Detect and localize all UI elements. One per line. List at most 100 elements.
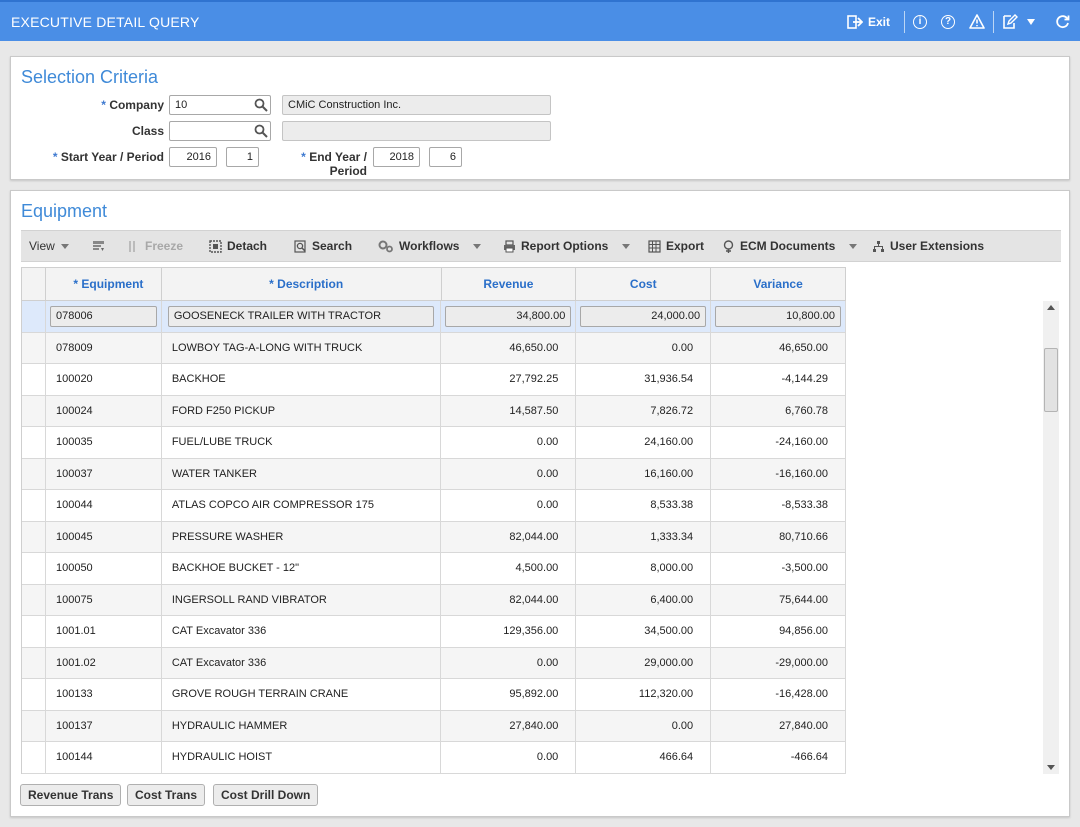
user-extensions-button[interactable]: User Extensions xyxy=(872,239,984,253)
end-year-input[interactable] xyxy=(373,147,420,167)
variance-cell[interactable]: -8,533.38 xyxy=(711,490,846,521)
variance-cell[interactable]: 80,710.66 xyxy=(711,521,846,552)
scroll-down-arrow-icon[interactable] xyxy=(1047,765,1055,770)
equipment-cell[interactable]: 1001.01 xyxy=(46,616,162,647)
warning-icon[interactable] xyxy=(969,14,985,29)
description-cell[interactable]: INGERSOLL RAND VIBRATOR xyxy=(162,584,442,615)
variance-cell[interactable]: 75,644.00 xyxy=(711,584,846,615)
variance-cell[interactable]: -16,160.00 xyxy=(711,458,846,489)
row-selector[interactable] xyxy=(22,364,46,395)
revenue-cell[interactable]: 0.00 xyxy=(441,490,577,521)
table-row[interactable]: 100144 HYDRAULIC HOIST 0.00 466.64 -466.… xyxy=(22,742,846,774)
row-selector[interactable] xyxy=(22,647,46,678)
equipment-cell[interactable]: 100144 xyxy=(46,742,162,773)
description-cell[interactable]: HYDRAULIC HAMMER xyxy=(162,710,442,741)
row-selector[interactable] xyxy=(22,742,46,773)
chevron-down-icon[interactable] xyxy=(1027,18,1035,25)
table-row[interactable]: 100137 HYDRAULIC HAMMER 27,840.00 0.00 2… xyxy=(22,710,846,742)
description-cell[interactable]: FUEL/LUBE TRUCK xyxy=(162,427,442,458)
table-row[interactable]: 078009 LOWBOY TAG-A-LONG WITH TRUCK 46,6… xyxy=(22,332,846,364)
cost-cell[interactable]: 0.00 xyxy=(576,332,712,363)
row-selector[interactable] xyxy=(22,458,46,489)
cost-drill-down-button[interactable]: Cost Drill Down xyxy=(213,784,319,806)
revenue-cell[interactable]: 27,840.00 xyxy=(441,710,577,741)
variance-cell[interactable]: -4,144.29 xyxy=(711,364,846,395)
variance-cell[interactable]: -29,000.00 xyxy=(711,647,846,678)
search-button[interactable]: Search xyxy=(294,239,352,253)
vertical-scrollbar[interactable] xyxy=(1043,301,1059,774)
cost-cell[interactable]: 29,000.00 xyxy=(576,647,712,678)
cost-cell[interactable]: 8,000.00 xyxy=(576,553,712,584)
cost-cell[interactable]: 1,333.34 xyxy=(576,521,712,552)
exit-button[interactable]: Exit xyxy=(847,15,890,29)
equipment-cell[interactable]: 100044 xyxy=(46,490,162,521)
description-cell[interactable]: ATLAS COPCO AIR COMPRESSOR 175 xyxy=(162,490,442,521)
equipment-cell[interactable]: 100137 xyxy=(46,710,162,741)
row-selector[interactable] xyxy=(22,679,46,710)
refresh-icon[interactable] xyxy=(1055,14,1070,29)
revenue-cell[interactable]: 46,650.00 xyxy=(441,332,577,363)
revenue-cell[interactable]: 4,500.00 xyxy=(441,553,577,584)
cost-trans-button[interactable]: Cost Trans xyxy=(127,784,206,806)
description-cell[interactable]: GOOSENECK TRAILER WITH TRACTOR xyxy=(167,305,435,327)
revenue-cell[interactable]: 95,892.00 xyxy=(441,679,577,710)
description-cell[interactable]: FORD F250 PICKUP xyxy=(162,395,442,426)
column-header-equipment[interactable]: * Equipment xyxy=(46,268,162,300)
revenue-cell[interactable]: 129,356.00 xyxy=(441,616,577,647)
variance-cell[interactable]: -24,160.00 xyxy=(711,427,846,458)
revenue-cell[interactable]: 0.00 xyxy=(441,427,577,458)
column-header-description[interactable]: * Description xyxy=(162,268,442,300)
cost-cell[interactable]: 7,826.72 xyxy=(576,395,712,426)
cost-cell[interactable]: 24,160.00 xyxy=(576,427,712,458)
equipment-cell[interactable]: 078009 xyxy=(46,332,162,363)
revenue-cell[interactable]: 82,044.00 xyxy=(441,521,577,552)
revenue-cell[interactable]: 34,800.00 xyxy=(445,305,572,327)
variance-cell[interactable]: 27,840.00 xyxy=(711,710,846,741)
description-cell[interactable]: PRESSURE WASHER xyxy=(162,521,442,552)
row-selector[interactable] xyxy=(22,521,46,552)
row-selector[interactable] xyxy=(22,490,46,521)
table-row[interactable]: 100024 FORD F250 PICKUP 14,587.50 7,826.… xyxy=(22,395,846,427)
revenue-cell[interactable]: 27,792.25 xyxy=(441,364,577,395)
description-cell[interactable]: WATER TANKER xyxy=(162,458,442,489)
cost-cell[interactable]: 6,400.00 xyxy=(576,584,712,615)
row-selector[interactable] xyxy=(22,427,46,458)
variance-cell[interactable]: 10,800.00 xyxy=(715,305,842,327)
export-button[interactable]: Export xyxy=(648,239,704,253)
scrollbar-thumb[interactable] xyxy=(1044,348,1058,412)
cost-cell[interactable]: 34,500.00 xyxy=(576,616,712,647)
table-row[interactable]: 100044 ATLAS COPCO AIR COMPRESSOR 175 0.… xyxy=(22,490,846,522)
variance-cell[interactable]: -466.64 xyxy=(711,742,846,773)
table-row[interactable]: 100133 GROVE ROUGH TERRAIN CRANE 95,892.… xyxy=(22,679,846,711)
variance-cell[interactable]: -3,500.00 xyxy=(711,553,846,584)
edit-icon[interactable] xyxy=(1002,14,1018,29)
detach-button[interactable]: Detach xyxy=(209,239,267,253)
variance-cell[interactable]: 6,760.78 xyxy=(711,395,846,426)
equipment-cell[interactable]: 100045 xyxy=(46,521,162,552)
variance-cell[interactable]: -16,428.00 xyxy=(711,679,846,710)
equipment-cell[interactable]: 100050 xyxy=(46,553,162,584)
report-options-menu[interactable]: Report Options xyxy=(503,239,631,253)
revenue-cell[interactable]: 82,044.00 xyxy=(441,584,577,615)
table-row[interactable]: 100035 FUEL/LUBE TRUCK 0.00 24,160.00 -2… xyxy=(22,427,846,459)
query-by-example-icon[interactable] xyxy=(92,240,105,253)
workflows-menu[interactable]: Workflows xyxy=(378,239,482,253)
cost-cell[interactable]: 31,936.54 xyxy=(576,364,712,395)
variance-cell[interactable]: 46,650.00 xyxy=(711,332,846,363)
equipment-cell[interactable]: 078006 xyxy=(49,305,157,327)
row-selector[interactable] xyxy=(22,616,46,647)
column-header-revenue[interactable]: Revenue xyxy=(442,268,577,300)
description-cell[interactable]: CAT Excavator 336 xyxy=(162,647,442,678)
cost-cell[interactable]: 24,000.00 xyxy=(580,305,707,327)
help-icon[interactable]: ? xyxy=(941,14,955,29)
row-selector[interactable] xyxy=(22,301,46,332)
cost-cell[interactable]: 112,320.00 xyxy=(576,679,712,710)
revenue-cell[interactable]: 0.00 xyxy=(441,647,577,678)
scroll-up-arrow-icon[interactable] xyxy=(1047,305,1055,310)
revenue-trans-button[interactable]: Revenue Trans xyxy=(20,784,122,806)
equipment-cell[interactable]: 100037 xyxy=(46,458,162,489)
end-period-input[interactable] xyxy=(429,147,462,167)
revenue-cell[interactable]: 14,587.50 xyxy=(441,395,577,426)
view-menu[interactable]: View xyxy=(29,239,69,253)
equipment-cell[interactable]: 100035 xyxy=(46,427,162,458)
